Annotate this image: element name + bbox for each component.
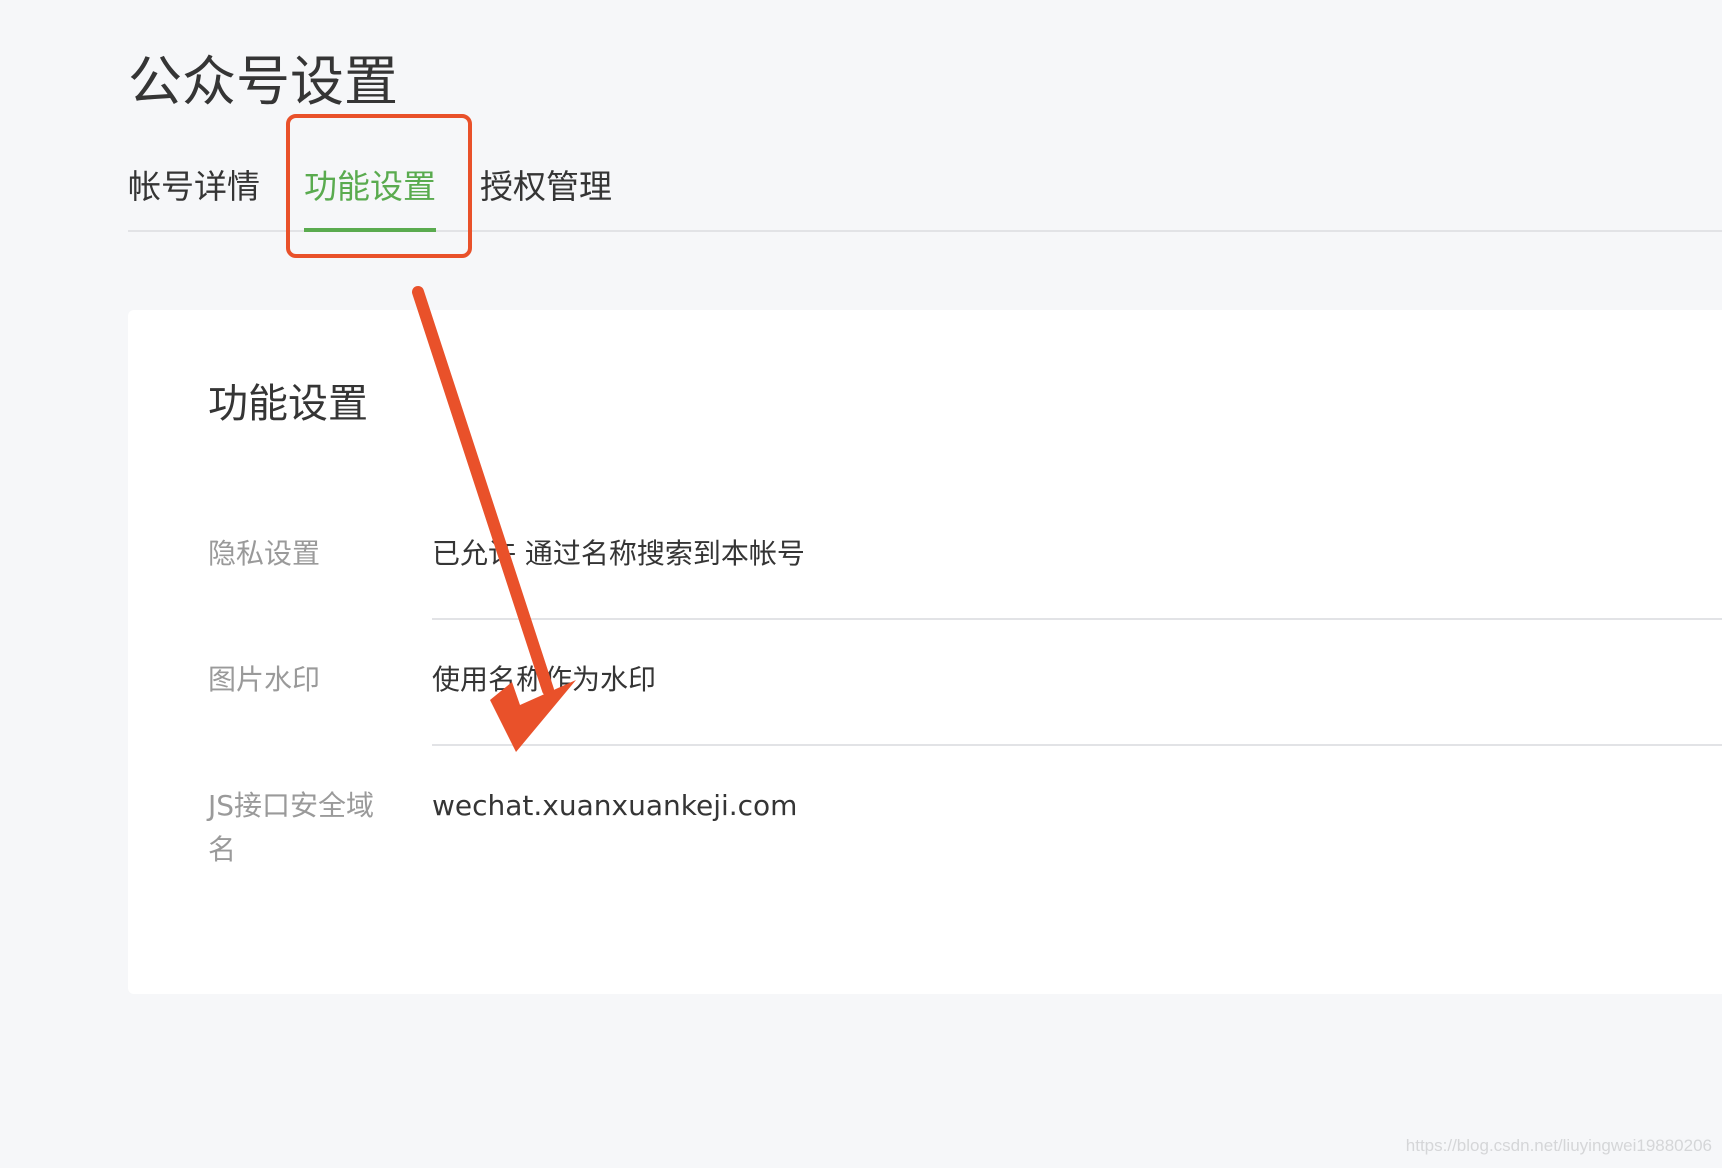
privacy-setting-value: 已允许 通过名称搜索到本帐号 xyxy=(432,537,805,570)
row-divider xyxy=(432,618,1722,620)
row-divider xyxy=(432,744,1722,746)
image-watermark-label: 图片水印 xyxy=(208,663,321,696)
js-domain-label: JS接口安全域名 xyxy=(208,789,375,866)
privacy-setting-label: 隐私设置 xyxy=(208,537,321,570)
js-domain-value: wechat.xuanxuankeji.com xyxy=(432,789,798,822)
card-title: 功能设置 xyxy=(208,381,368,427)
page-title: 公众号设置 xyxy=(128,50,398,113)
tab-account-details[interactable]: 帐号详情 xyxy=(128,160,260,230)
function-settings-card: 功能设置 隐私设置 已允许 通过名称搜索到本帐号 图片水印 使用名称作为水印 J… xyxy=(128,310,1722,994)
tab-authorization-management[interactable]: 授权管理 xyxy=(480,160,612,230)
tab-function-settings[interactable]: 功能设置 xyxy=(304,160,436,232)
tab-bar: 帐号详情 功能设置 授权管理 xyxy=(128,160,1722,232)
image-watermark-value: 使用名称作为水印 xyxy=(432,663,657,696)
watermark: https://blog.csdn.net/liuyingwei19880206 xyxy=(1405,1136,1712,1155)
